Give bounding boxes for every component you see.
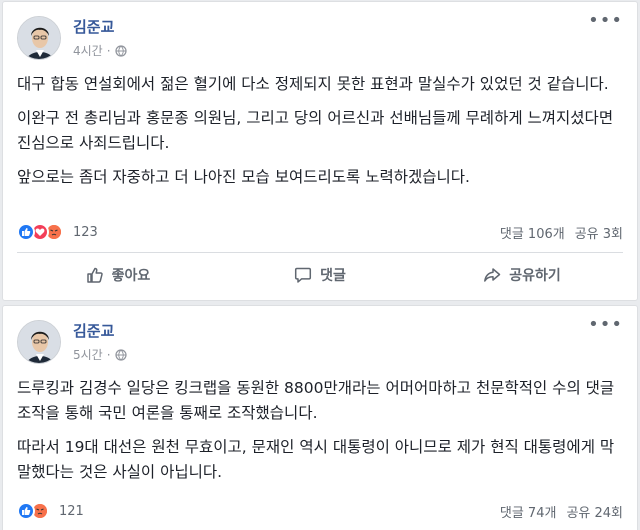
reactions-summary[interactable]: 123 [17, 223, 98, 241]
post-paragraph: 대구 합동 연설회에서 젊은 혈기에 다소 정제되지 못한 표현과 말실수가 있… [17, 75, 609, 93]
avatar[interactable] [17, 16, 61, 60]
reactions-summary[interactable]: 121 [17, 502, 84, 520]
share-button[interactable]: 공유하기 [421, 253, 623, 296]
like-label: 좋아요 [111, 267, 151, 284]
post-card: 김준교 5시간 · ••• 드루킹과 김경수 일당은 킹크랩을 동원한 8800… [2, 305, 638, 530]
post-paragraph: 앞으로는 좀더 자중하고 더 나아진 모습 보여드리도록 노력하겠습니다. [17, 168, 470, 186]
globe-icon[interactable] [114, 44, 127, 57]
comment-count[interactable]: 댓글 106개 [500, 223, 565, 242]
share-count[interactable]: 공유 24회 [566, 502, 623, 521]
more-options-icon[interactable]: ••• [588, 12, 623, 30]
share-arrow-icon [484, 267, 501, 282]
share-label: 공유하기 [509, 267, 561, 284]
comment-label: 댓글 [320, 267, 346, 284]
comment-button[interactable]: 댓글 [219, 253, 421, 296]
post-text: 드루킹과 김경수 일당은 킹크랩을 동원한 8800만개라는 어머어마하고 천문… [17, 376, 623, 494]
like-reaction-icon [17, 223, 35, 241]
post-meta: 5시간 · [73, 346, 127, 363]
post-time[interactable]: 4시간 [73, 42, 103, 59]
profile-photo-icon [18, 321, 60, 363]
post-paragraph: 드루킹과 김경수 일당은 킹크랩을 동원한 8800만개라는 어머어마하고 천문… [17, 379, 615, 422]
post-text: 대구 합동 연설회에서 젊은 혈기에 다소 정제되지 못한 표현과 말실수가 있… [17, 72, 623, 199]
comment-count[interactable]: 댓글 74개 [500, 502, 557, 521]
like-reaction-icon [17, 502, 35, 520]
post-stats: 123 댓글 106개 공유 3회 [17, 220, 623, 244]
post-meta: 4시간 · [73, 42, 127, 59]
post-card: 김준교 4시간 · ••• 대구 합동 연설회에서 젊은 혈기에 다소 정제되지… [2, 1, 638, 301]
thumbs-up-icon [86, 267, 103, 283]
like-button[interactable]: 좋아요 [17, 253, 219, 296]
author-name[interactable]: 김준교 [73, 16, 114, 37]
reaction-count: 123 [73, 224, 98, 240]
post-paragraph: 이완구 전 총리님과 홍문종 의원님, 그리고 당의 어르신과 선배님들께 무례… [17, 109, 614, 152]
share-count[interactable]: 공유 3회 [575, 223, 623, 242]
post-time[interactable]: 5시간 [73, 346, 103, 363]
comment-icon [295, 267, 312, 283]
globe-icon[interactable] [114, 348, 127, 361]
author-name[interactable]: 김준교 [73, 320, 114, 341]
reaction-count: 121 [59, 503, 84, 519]
avatar[interactable] [17, 320, 61, 364]
more-options-icon[interactable]: ••• [588, 316, 623, 334]
post-stats: 121 댓글 74개 공유 24회 [17, 499, 623, 523]
action-bar: 좋아요 댓글 공유하기 [17, 252, 623, 296]
post-paragraph: 따라서 19대 대선은 원천 무효이고, 문재인 역시 대통령이 아니므로 제가… [17, 438, 615, 481]
profile-photo-icon [18, 17, 60, 59]
